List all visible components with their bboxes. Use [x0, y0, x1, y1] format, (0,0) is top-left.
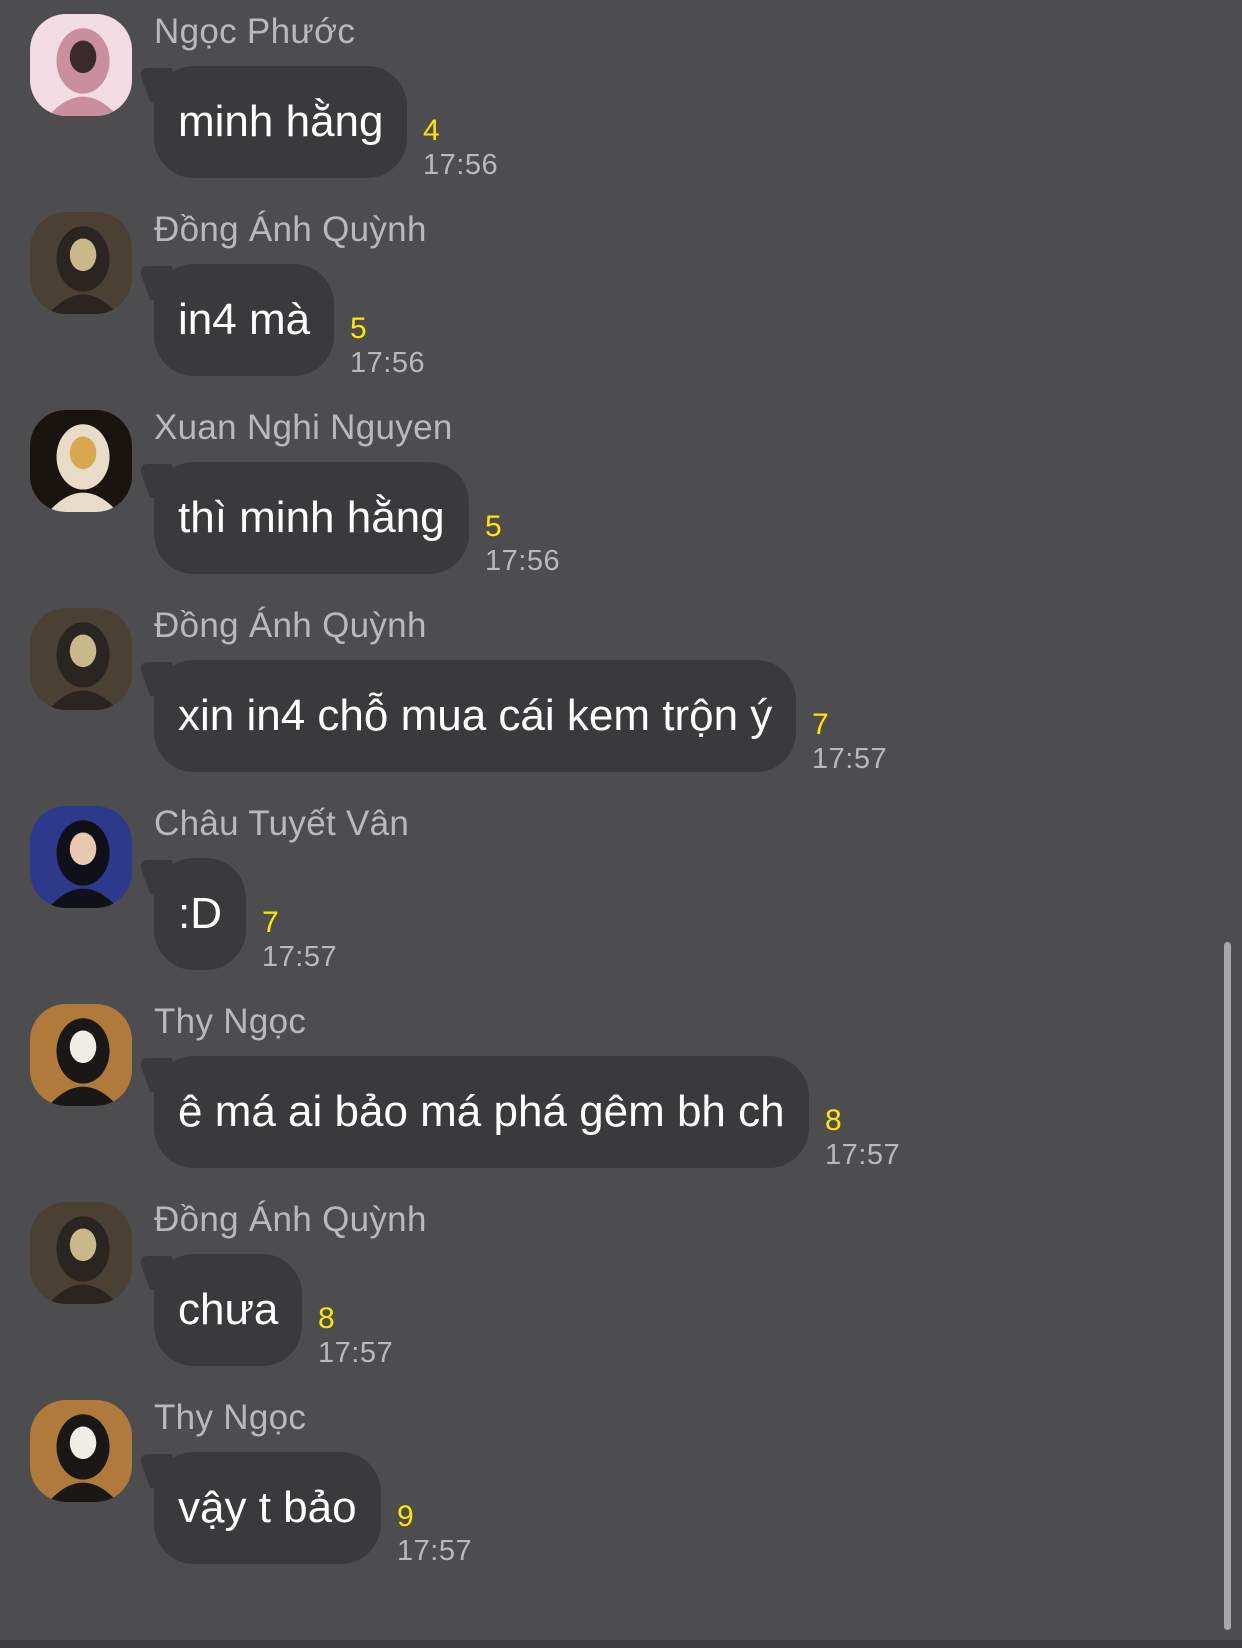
unread-count: 5	[485, 510, 502, 543]
message-bubble[interactable]: :D	[154, 858, 246, 970]
message-bubble[interactable]: chưa	[154, 1254, 303, 1366]
message-bubble[interactable]: in4 mà	[154, 264, 335, 376]
sender-name: Xuan Nghi Nguyen	[154, 408, 453, 447]
unread-count: 7	[812, 708, 829, 741]
message-row: Thy Ngọc vậy t bảo 9 17:57	[0, 1388, 1200, 1588]
sender-avatar[interactable]	[30, 14, 132, 116]
chat-message-list[interactable]: Ngọc Phước minh hằng 4 17:56 Đồng Ánh Qu…	[0, 0, 1242, 1640]
avatar-girl-pink	[30, 14, 132, 116]
unread-count: 7	[262, 906, 279, 939]
sender-name: Đồng Ánh Quỳnh	[154, 606, 427, 645]
avatar-girl-furcoat	[30, 410, 132, 512]
message-bubble[interactable]: minh hằng	[154, 66, 408, 178]
scrollbar[interactable]	[1224, 942, 1231, 1630]
avatar-girl-blue	[30, 806, 132, 908]
message-meta: 8 17:57	[318, 1302, 393, 1370]
message-time: 17:56	[350, 347, 426, 379]
avatar-girl-car	[30, 1400, 132, 1502]
unread-count: 8	[825, 1104, 842, 1137]
message-time: 17:57	[318, 1337, 394, 1369]
message-bubble[interactable]: thì minh hằng	[154, 462, 469, 574]
sender-name: Châu Tuyết Vân	[154, 804, 410, 843]
message-meta: 5 17:56	[485, 510, 560, 578]
message-meta: 8 17:57	[825, 1104, 900, 1172]
message-meta: 7 17:57	[812, 708, 887, 776]
message-row: Ngọc Phước minh hằng 4 17:56	[0, 2, 1200, 202]
message-row: Thy Ngọc ê má ai bảo má phá gêm bh ch 8 …	[0, 992, 1200, 1192]
message-time: 17:57	[397, 1535, 473, 1567]
message-row: Đồng Ánh Quỳnh in4 mà 5 17:56	[0, 200, 1200, 400]
message-time: 17:56	[485, 545, 561, 577]
sender-avatar[interactable]	[30, 806, 132, 908]
unread-count: 5	[350, 312, 367, 345]
message-time: 17:57	[825, 1139, 901, 1171]
bottom-divider	[0, 1640, 1242, 1648]
sender-avatar[interactable]	[30, 1202, 132, 1304]
message-meta: 9 17:57	[397, 1500, 472, 1568]
sender-avatar[interactable]	[30, 212, 132, 314]
message-bubble[interactable]: ê má ai bảo má phá gêm bh ch	[154, 1056, 809, 1168]
unread-count: 9	[397, 1500, 414, 1533]
sender-avatar[interactable]	[30, 1004, 132, 1106]
sender-avatar[interactable]	[30, 410, 132, 512]
message-meta: 7 17:57	[262, 906, 337, 974]
message-time: 17:56	[423, 149, 499, 181]
message-row: Châu Tuyết Vân :D 7 17:57	[0, 794, 1200, 994]
sender-name: Đồng Ánh Quỳnh	[154, 210, 427, 249]
unread-count: 4	[423, 114, 440, 147]
avatar-girl-dark	[30, 1202, 132, 1304]
sender-name: Ngọc Phước	[154, 12, 356, 51]
sender-avatar[interactable]	[30, 608, 132, 710]
message-row: Đồng Ánh Quỳnh xin in4 chỗ mua cái kem t…	[0, 596, 1200, 796]
message-row: Xuan Nghi Nguyen thì minh hằng 5 17:56	[0, 398, 1200, 598]
avatar-girl-car	[30, 1004, 132, 1106]
unread-count: 8	[318, 1302, 335, 1335]
message-meta: 4 17:56	[423, 114, 498, 182]
sender-avatar[interactable]	[30, 1400, 132, 1502]
message-row: Đồng Ánh Quỳnh chưa 8 17:57	[0, 1190, 1200, 1390]
message-time: 17:57	[812, 743, 888, 775]
sender-name: Thy Ngọc	[154, 1002, 307, 1041]
avatar-girl-dark	[30, 212, 132, 314]
message-meta: 5 17:56	[350, 312, 425, 380]
message-bubble[interactable]: vậy t bảo	[154, 1452, 381, 1564]
sender-name: Đồng Ánh Quỳnh	[154, 1200, 427, 1239]
message-bubble[interactable]: xin in4 chỗ mua cái kem trộn ý	[154, 660, 797, 772]
message-time: 17:57	[262, 941, 338, 973]
avatar-girl-dark	[30, 608, 132, 710]
sender-name: Thy Ngọc	[154, 1398, 307, 1437]
